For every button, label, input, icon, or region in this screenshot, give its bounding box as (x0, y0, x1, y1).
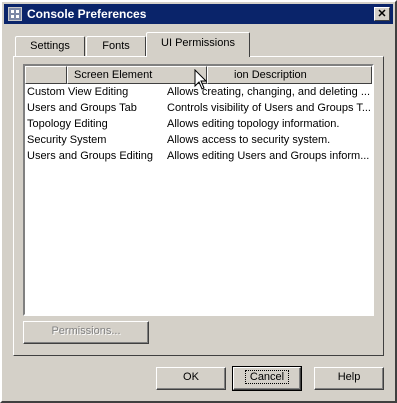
permissions-list[interactable]: Screen Element ion Description Custom Vi… (23, 64, 374, 316)
list-item[interactable]: Users and Groups Editing Allows editing … (25, 148, 372, 164)
list-item[interactable]: Topology Editing Allows editing topology… (25, 116, 372, 132)
column-header-spacer[interactable] (25, 66, 67, 84)
help-button[interactable]: Help (314, 367, 384, 390)
arrow-cursor-icon (194, 69, 208, 90)
cancel-button-label: Cancel (244, 370, 290, 384)
description-cell: Controls visibility of Users and Groups … (167, 102, 371, 114)
screen-element-cell: Users and Groups Tab (27, 102, 137, 114)
window-title: Console Preferences (27, 7, 147, 21)
title-bar[interactable]: Console Preferences ✕ (4, 4, 393, 24)
tab-ui-permissions[interactable]: UI Permissions (146, 32, 250, 57)
screen-element-cell: Security System (27, 134, 107, 146)
permissions-button[interactable]: Permissions... (23, 321, 149, 344)
app-grid-icon (8, 7, 22, 21)
tab-settings[interactable]: Settings (15, 36, 85, 56)
screen-element-cell: Topology Editing (27, 118, 108, 130)
list-item[interactable]: Security System Allows access to securit… (25, 132, 372, 148)
tab-fonts[interactable]: Fonts (86, 36, 146, 56)
column-header-screen-element[interactable]: Screen Element (67, 66, 207, 84)
ok-button[interactable]: OK (156, 367, 226, 390)
description-cell: Allows editing Users and Groups inform..… (167, 150, 370, 162)
list-item[interactable]: Users and Groups Tab Controls visibility… (25, 100, 372, 116)
description-cell: Allows access to security system. (167, 134, 331, 146)
column-header-description[interactable]: ion Description (207, 66, 372, 84)
cancel-button[interactable]: Cancel (232, 366, 302, 391)
close-button[interactable]: ✕ (374, 7, 390, 21)
description-cell: Allows editing topology information. (167, 118, 340, 130)
screen-element-cell: Custom View Editing (27, 86, 129, 98)
screen-element-cell: Users and Groups Editing (27, 150, 153, 162)
